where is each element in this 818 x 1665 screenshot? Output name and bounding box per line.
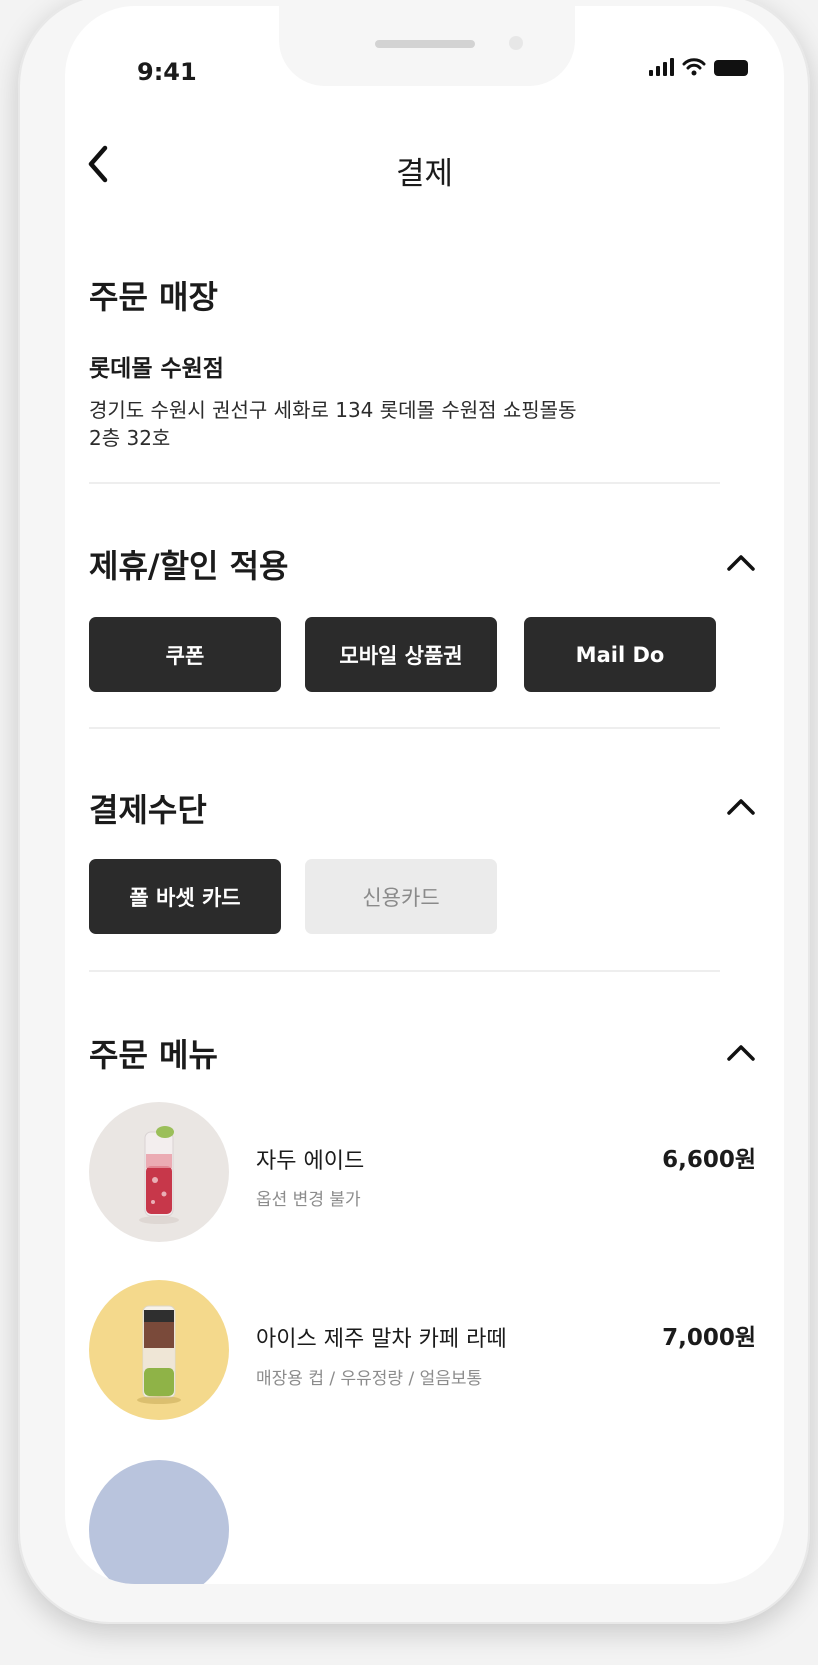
drink-illustration	[137, 1305, 181, 1404]
item-name: 자두 에이드	[256, 1149, 365, 1174]
item-image-partial	[89, 1460, 229, 1584]
item-price: 6,600원	[662, 1147, 756, 1173]
chevron-up-icon[interactable]	[726, 553, 756, 573]
chevron-up-icon[interactable]	[726, 1043, 756, 1063]
mobile-gift-card-button[interactable]: 모바일 상품권	[305, 617, 497, 692]
credit-card-option[interactable]: 신용카드	[305, 859, 497, 934]
notch	[279, 6, 575, 86]
status-time: 9:41	[137, 58, 197, 86]
store-address-line1: 경기도 수원시 권선구 세화로 134 롯데몰 수원점 쇼핑몰동	[89, 398, 577, 422]
store-address-line2: 2층 32호	[89, 426, 171, 450]
drink-illustration	[139, 1126, 179, 1224]
page-title: 결제	[395, 156, 454, 192]
battery-icon	[714, 60, 748, 76]
item-name: 아이스 제주 말차 카페 라떼	[256, 1327, 507, 1352]
chevron-up-icon[interactable]	[726, 797, 756, 817]
signal-icon	[649, 58, 674, 76]
status-icons	[649, 58, 748, 76]
wifi-icon	[682, 58, 706, 76]
item-image-matcha-latte	[89, 1280, 229, 1420]
item-options: 매장용 컵 / 우유정량 / 얼음보통	[256, 1369, 483, 1389]
paul-bassett-card-option[interactable]: 폴 바셋 카드	[89, 859, 281, 934]
item-image-plum-ade	[89, 1102, 229, 1242]
top-bar: 결제	[65, 144, 784, 204]
item-options: 옵션 변경 불가	[256, 1190, 361, 1210]
divider	[89, 482, 720, 484]
item-price: 7,000원	[662, 1325, 756, 1351]
speaker	[375, 40, 475, 48]
store-name: 롯데몰 수원점	[89, 356, 224, 382]
store-section-title: 주문 매장	[89, 278, 218, 316]
store-address: 경기도 수원시 권선구 세화로 134 롯데몰 수원점 쇼핑몰동 2층 32호	[89, 396, 709, 452]
camera	[509, 36, 523, 50]
phone-frame: 9:41 결제 주문 매장 롯데몰 수원점 경기도 수원시 권선구 세화로 13…	[18, 0, 810, 1624]
coupon-button[interactable]: 쿠폰	[89, 617, 281, 692]
screen: 9:41 결제 주문 매장 롯데몰 수원점 경기도 수원시 권선구 세화로 13…	[65, 6, 784, 1584]
divider	[89, 727, 720, 729]
mail-do-button[interactable]: Mail Do	[524, 617, 716, 692]
order-section-title: 주문 메뉴	[89, 1036, 218, 1074]
discount-section-title: 제휴/할인 적용	[89, 547, 289, 585]
payment-section-title: 결제수단	[89, 791, 207, 829]
divider	[89, 970, 720, 972]
